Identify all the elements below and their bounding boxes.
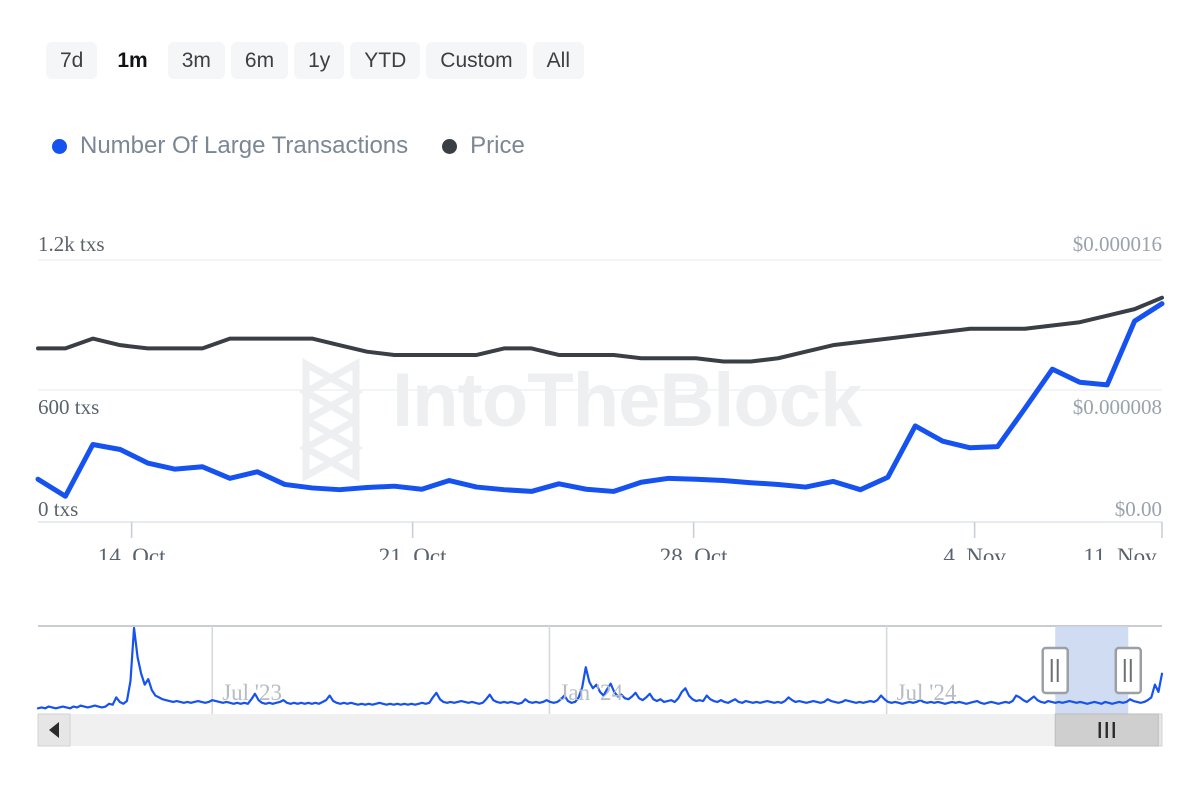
intotheblock-logo-icon bbox=[298, 358, 364, 482]
navigator-svg: Jul '23 Jan '24 Jul '24 bbox=[36, 625, 1164, 747]
y-axis-right-label-2: $0.000016 bbox=[1073, 232, 1162, 256]
x-axis-tick-label: 11. Nov bbox=[1083, 544, 1157, 560]
scroll-left-button[interactable] bbox=[37, 713, 71, 747]
y-axis-right-label-0: $0.00 bbox=[1115, 497, 1162, 521]
x-axis-tick-label: 28. Oct bbox=[660, 544, 728, 560]
x-axis-tick-label: 4. Nov bbox=[943, 544, 1006, 560]
scrollbar-thumb[interactable] bbox=[1054, 713, 1159, 747]
x-axis-tick-label: 14. Oct bbox=[98, 544, 166, 560]
watermark: IntoTheBlock bbox=[298, 358, 864, 482]
range-button-3m[interactable]: 3m bbox=[167, 42, 225, 79]
y-axis-left-label-2: 1.2k txs bbox=[38, 232, 105, 256]
range-button-custom[interactable]: Custom bbox=[426, 42, 527, 79]
main-chart-svg: IntoTheBlock 1.2k txs 600 txs 0 txs $0.0… bbox=[35, 232, 1165, 560]
legend-dot-icon-large-transactions bbox=[52, 138, 67, 154]
y-axis-right-label-1: $0.000008 bbox=[1073, 395, 1162, 419]
y-axis-left-label-1: 600 txs bbox=[38, 395, 99, 419]
navigator-tick-label: Jan '24 bbox=[559, 680, 623, 705]
legend-label-large-transactions: Number Of Large Transactions bbox=[80, 132, 409, 159]
y-axis-left: 1.2k txs 600 txs 0 txs bbox=[38, 232, 105, 521]
legend-label-price: Price bbox=[470, 132, 525, 159]
chart-legend: Number Of Large Transactions Price bbox=[52, 134, 525, 158]
legend-item-price[interactable]: Price bbox=[442, 134, 525, 158]
x-axis-tick-label: 21. Oct bbox=[379, 544, 447, 560]
navigator-handle-left[interactable] bbox=[1041, 646, 1069, 695]
price-line bbox=[36, 295, 1164, 364]
chart-navigator[interactable]: Jul '23 Jan '24 Jul '24 bbox=[0, 612, 1200, 752]
y-axis-right: $0.000016 $0.000008 $0.00 bbox=[1073, 232, 1162, 521]
navigator-tick-label: Jul '23 bbox=[222, 680, 282, 705]
watermark-text: IntoTheBlock bbox=[392, 358, 863, 443]
navigator-tick-label: Jul '24 bbox=[897, 680, 957, 705]
x-axis: 14. Oct 21. Oct 28. Oct 4. Nov 11. Nov bbox=[98, 522, 1163, 560]
navigator-handle-right[interactable] bbox=[1114, 646, 1143, 695]
scrollbar-track[interactable] bbox=[38, 714, 1162, 746]
range-button-1m[interactable]: 1m bbox=[103, 42, 162, 79]
main-chart-plot[interactable]: IntoTheBlock 1.2k txs 600 txs 0 txs $0.0… bbox=[0, 230, 1200, 560]
range-button-6m[interactable]: 6m bbox=[230, 42, 289, 79]
legend-item-large-transactions[interactable]: Number Of Large Transactions bbox=[52, 134, 408, 158]
time-range-selector[interactable]: 7d 1m 3m 6m 1y YTD Custom All bbox=[46, 42, 584, 79]
y-axis-left-label-0: 0 txs bbox=[38, 497, 78, 521]
legend-dot-icon-price bbox=[442, 138, 458, 154]
range-button-ytd[interactable]: YTD bbox=[350, 42, 421, 79]
range-button-all[interactable]: All bbox=[532, 42, 584, 79]
range-button-1y[interactable]: 1y bbox=[294, 42, 345, 79]
range-button-7d[interactable]: 7d bbox=[46, 42, 98, 79]
